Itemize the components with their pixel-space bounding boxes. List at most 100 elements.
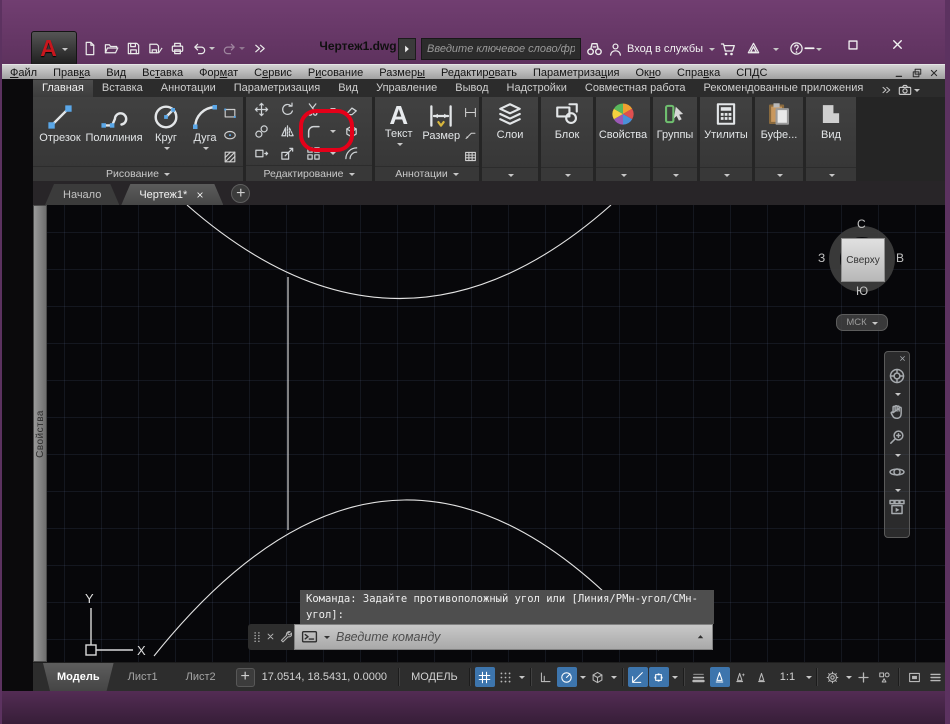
tool-leader-button[interactable] [464, 126, 477, 144]
object-snap-dropdown[interactable] [670, 674, 679, 680]
panel-clipboard-body[interactable]: Буфе... [755, 97, 803, 167]
navbar-close-button[interactable] [885, 353, 909, 363]
panel-wheel-expand[interactable] [596, 167, 650, 181]
grid-display-toggle[interactable] [474, 667, 495, 687]
tool-text-button[interactable]: A Текст [379, 99, 419, 166]
store-cart-icon[interactable] [720, 40, 736, 58]
tool-table-button[interactable] [464, 148, 477, 166]
panel-groups-expand[interactable] [653, 167, 697, 181]
new-layout-button[interactable]: + [235, 667, 255, 687]
tool-polyline-button[interactable]: Полилиния [83, 99, 145, 166]
menu-item-12[interactable]: СПДС [728, 67, 775, 79]
ribbon-tab-8[interactable]: Совместная работа [576, 80, 695, 97]
menu-item-7[interactable]: Размеры [371, 67, 433, 79]
mdi-minimize-button[interactable] [894, 66, 906, 78]
more-commands-button[interactable] [252, 41, 267, 56]
panel-calc-expand[interactable] [700, 167, 752, 181]
clean-screen-toggle[interactable] [904, 667, 924, 687]
snap-mode-toggle[interactable] [496, 667, 516, 687]
command-prompt-icon[interactable] [301, 628, 318, 646]
menu-item-1[interactable]: Правка [45, 67, 98, 79]
panel-block-body[interactable]: Блок [541, 97, 593, 167]
drawing-tab-1[interactable]: Чертеж1* [121, 184, 223, 205]
caret-up-icon[interactable] [695, 628, 706, 646]
tool-copy-button[interactable] [248, 124, 274, 139]
binoculars-icon[interactable] [586, 40, 603, 58]
panel-clipboard-expand[interactable] [755, 167, 803, 181]
viewcube-east[interactable]: В [896, 251, 904, 265]
panel-layers-body[interactable]: Слои [482, 97, 538, 167]
orbit-dropdown[interactable] [885, 485, 909, 494]
sign-in-button[interactable]: Вход в службы [608, 42, 716, 57]
layout-tab-модель[interactable]: Модель [43, 663, 114, 691]
tool-line-button[interactable]: Отрезок [37, 99, 83, 166]
tool-hbar-button[interactable] [464, 104, 477, 122]
layout-tab-лист2[interactable]: Лист2 [172, 663, 230, 691]
tool-stretch-button[interactable] [248, 146, 274, 161]
application-menu-button[interactable]: A [31, 31, 77, 66]
close-button[interactable] [884, 36, 910, 54]
polar-tracking-dropdown[interactable] [578, 674, 587, 680]
ribbon-state-button[interactable] [898, 83, 921, 97]
panel-block-expand[interactable] [541, 167, 593, 181]
drag-grip-icon[interactable] [251, 628, 263, 646]
panel-groups-body[interactable]: Группы [653, 97, 697, 167]
tool-mirror-button[interactable] [274, 124, 300, 139]
zoom-button[interactable] [885, 424, 909, 450]
new-file-button[interactable] [82, 41, 97, 56]
command-input[interactable] [334, 629, 691, 645]
viewcube-north[interactable]: С [857, 217, 866, 231]
open-file-button[interactable] [104, 41, 119, 56]
menu-item-11[interactable]: Справка [669, 67, 728, 79]
command-close-icon[interactable] [265, 628, 276, 646]
lineweight-toggle[interactable] [689, 667, 709, 687]
show-motion-button[interactable] [885, 494, 909, 520]
ribbon-tab-7[interactable]: Надстройки [498, 80, 576, 97]
settings-gear-dropdown[interactable] [843, 674, 852, 680]
annotation-scale-toggle[interactable] [752, 667, 772, 687]
tool-circle-button[interactable]: Круг [145, 99, 187, 166]
annotation-scale-value-dropdown[interactable] [803, 674, 812, 680]
tab-close-icon[interactable] [195, 189, 205, 201]
steering-wheel-button[interactable] [885, 363, 909, 389]
viewcube-west[interactable]: З [818, 251, 825, 265]
drawing-tab-0[interactable]: Начало [45, 184, 119, 205]
tool-scale-button[interactable] [274, 146, 300, 161]
tool-dimension-button[interactable]: Размер [419, 99, 464, 166]
cursor-coordinates[interactable]: 17.0514, 18.5431, 0.0000 [255, 671, 394, 683]
menu-item-10[interactable]: Окно [627, 67, 669, 79]
panel-draw-label[interactable]: Рисование [33, 166, 243, 181]
object-snap-tracking-toggle[interactable] [627, 667, 648, 687]
tool-hatch-button[interactable] [223, 148, 237, 166]
annotation-visibility-toggle[interactable] [709, 667, 730, 687]
menu-item-6[interactable]: Рисование [300, 67, 371, 79]
isolate-objects-toggle[interactable] [874, 667, 894, 687]
mdi-close-button[interactable] [928, 66, 940, 78]
settings-gear-toggle[interactable] [822, 667, 842, 687]
isometric-draft-dropdown[interactable] [609, 674, 618, 680]
panel-viewL-body[interactable]: Вид [806, 97, 856, 167]
save-as-button[interactable] [148, 41, 163, 56]
panel-edit-label[interactable]: Редактирование [246, 165, 372, 181]
snap-mode-dropdown[interactable] [517, 674, 526, 680]
annotation-scale-value[interactable]: 1:1 [773, 671, 802, 683]
save-button[interactable] [126, 41, 141, 56]
layout-tab-лист1[interactable]: Лист1 [114, 663, 172, 691]
isometric-draft-toggle[interactable] [588, 667, 608, 687]
panel-viewL-expand[interactable] [806, 167, 856, 181]
viewcube-face-top[interactable]: Сверху [841, 238, 885, 282]
ortho-mode-toggle[interactable] [536, 667, 556, 687]
customize-menu-toggle[interactable] [925, 667, 945, 687]
panel-layers-expand[interactable] [482, 167, 538, 181]
mdi-restore-button[interactable] [911, 66, 923, 78]
steering-wheel-dropdown[interactable] [885, 389, 909, 398]
ribbon-tab-5[interactable]: Управление [367, 80, 446, 97]
menu-item-5[interactable]: Сервис [246, 67, 300, 79]
command-bar-grip[interactable] [248, 624, 294, 650]
undo-button[interactable] [192, 41, 215, 56]
viewcube-south[interactable]: Ю [856, 284, 868, 298]
ribbon-tab-9[interactable]: Рекомендованные приложения [695, 80, 873, 97]
polar-tracking-toggle[interactable] [556, 667, 577, 687]
menu-item-2[interactable]: Вид [98, 67, 134, 79]
ribbon-expand-button[interactable] [880, 84, 892, 96]
